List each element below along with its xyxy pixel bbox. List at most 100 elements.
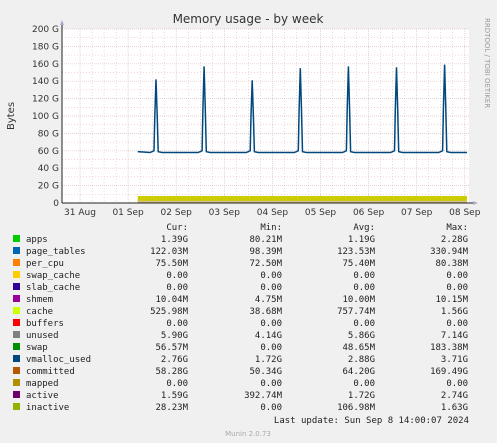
stack-band-mapped (137, 201, 467, 203)
legend-value-avg: 123.53M (337, 247, 376, 257)
y-tick-label: 120 G (32, 95, 59, 105)
y-tick-label: 80 G (38, 129, 59, 139)
legend-series-name: mapped (26, 379, 59, 389)
y-tick-label: 0 (53, 199, 59, 209)
legend-value-max: 2.28G (441, 235, 468, 245)
legend-value-max: 1.56G (441, 307, 468, 317)
legend-value-max: 10.15M (435, 295, 468, 305)
legend-value-cur: 10.04M (155, 295, 188, 305)
legend-header: Cur: (166, 223, 188, 233)
legend-swatch (13, 295, 20, 302)
legend-value-avg: 0.00 (353, 271, 375, 281)
legend-value-avg: 10.00M (342, 295, 375, 305)
legend-value-min: 4.14G (255, 331, 282, 341)
y-axis-arrow (60, 20, 64, 25)
legend-value-cur: 28.23M (155, 403, 188, 413)
side-label: RRDTOOL / TOBI OETIKER (483, 18, 491, 108)
x-tick-label: 31 Aug (64, 208, 96, 218)
legend-value-min: 0.00 (260, 271, 282, 281)
legend-value-max: 330.94M (430, 247, 469, 257)
legend-value-cur: 0.00 (166, 283, 188, 293)
x-tick-label: 04 Sep (257, 208, 289, 218)
legend-value-min: 1.72G (255, 355, 282, 365)
legend-series-name: active (26, 391, 59, 401)
y-tick-label: 140 G (32, 77, 59, 87)
legend-value-min: 4.75M (255, 295, 283, 305)
footer-version: Munin 2.0.73 (225, 430, 271, 438)
legend-swatch (13, 259, 20, 266)
legend-value-avg: 5.86G (348, 331, 375, 341)
chart-title: Memory usage - by week (173, 12, 324, 26)
legend-value-avg: 2.88G (348, 355, 375, 365)
legend-value-cur: 1.59G (161, 391, 188, 401)
x-axis-arrow (473, 201, 478, 205)
y-tick-label: 180 G (32, 42, 59, 52)
legend-series-name: swap (26, 343, 48, 353)
legend-value-min: 0.00 (260, 403, 282, 413)
memory-chart: Memory usage - by week RRDTOOL / TOBI OE… (6, 12, 491, 438)
legend-swatch (13, 319, 20, 326)
legend-header: Min: (260, 223, 282, 233)
legend-value-cur: 0.00 (166, 319, 188, 329)
x-tick-label: 06 Sep (353, 208, 385, 218)
legend-value-avg: 1.72G (348, 391, 375, 401)
legend-value-avg: 106.98M (337, 403, 376, 413)
legend-header: Avg: (353, 223, 375, 233)
legend-value-cur: 56.57M (155, 343, 188, 353)
y-tick-label: 160 G (32, 60, 59, 70)
legend-value-max: 0.00 (446, 271, 468, 281)
legend-swatch (13, 307, 20, 314)
legend-swatch (13, 271, 20, 278)
legend-value-cur: 75.50M (155, 259, 188, 269)
legend-value-min: 72.50M (249, 259, 282, 269)
legend-series-name: slab_cache (26, 283, 80, 293)
x-tick-label: 08 Sep (449, 208, 481, 218)
x-tick-label: 02 Sep (161, 208, 193, 218)
legend-value-min: 0.00 (260, 319, 282, 329)
legend-value-avg: 757.74M (337, 307, 376, 317)
legend-value-max: 3.71G (441, 355, 468, 365)
legend-swatch (13, 391, 20, 398)
legend-value-max: 0.00 (446, 379, 468, 389)
legend-value-cur: 525.98M (150, 307, 189, 317)
legend-value-max: 7.14G (441, 331, 468, 341)
legend-value-max: 80.38M (435, 259, 468, 269)
y-axis-label: Bytes (6, 102, 17, 130)
legend-series-name: per_cpu (26, 259, 64, 269)
legend-series-name: page_tables (26, 247, 86, 257)
legend-value-min: 80.21M (249, 235, 282, 245)
y-tick-label: 200 G (32, 25, 59, 35)
x-tick-label: 05 Sep (305, 208, 337, 218)
legend-series-name: swap_cache (26, 271, 80, 281)
legend-value-max: 1.63G (441, 403, 468, 413)
legend-value-cur: 58.28G (155, 367, 188, 377)
legend-series-name: buffers (26, 319, 64, 329)
legend-swatch (13, 403, 20, 410)
legend-swatch (13, 247, 20, 254)
legend: Cur: Min: Avg: Max: apps 1.39G 80.21M 1.19G 2.28… (13, 223, 469, 413)
legend-swatch (13, 343, 20, 350)
y-tick-label: 100 G (32, 112, 59, 122)
legend-swatch (13, 331, 20, 338)
last-update: Last update: Sun Sep 8 14:00:07 2024 (274, 416, 469, 426)
x-tick-label: 01 Sep (112, 208, 144, 218)
legend-value-max: 183.38M (430, 343, 469, 353)
legend-series-name: vmalloc_used (26, 355, 91, 365)
legend-value-min: 0.00 (260, 283, 282, 293)
legend-value-avg: 48.65M (342, 343, 375, 353)
legend-value-min: 38.68M (249, 307, 282, 317)
legend-series-name: committed (26, 367, 75, 377)
legend-value-cur: 5.90G (161, 331, 188, 341)
y-tick-label: 40 G (38, 164, 59, 174)
legend-value-avg: 0.00 (353, 319, 375, 329)
legend-swatch (13, 379, 20, 386)
legend-swatch (13, 367, 20, 374)
legend-value-cur: 0.00 (166, 379, 188, 389)
legend-series-name: cache (26, 307, 53, 317)
legend-value-max: 0.00 (446, 283, 468, 293)
legend-value-max: 0.00 (446, 319, 468, 329)
legend-value-avg: 0.00 (353, 379, 375, 389)
plot-area: 0 20 G 40 G 60 G 80 G 100 G 120 G 140 G 160 G 180… (32, 20, 481, 218)
legend-value-cur: 0.00 (166, 271, 188, 281)
legend-value-avg: 75.40M (342, 259, 375, 269)
